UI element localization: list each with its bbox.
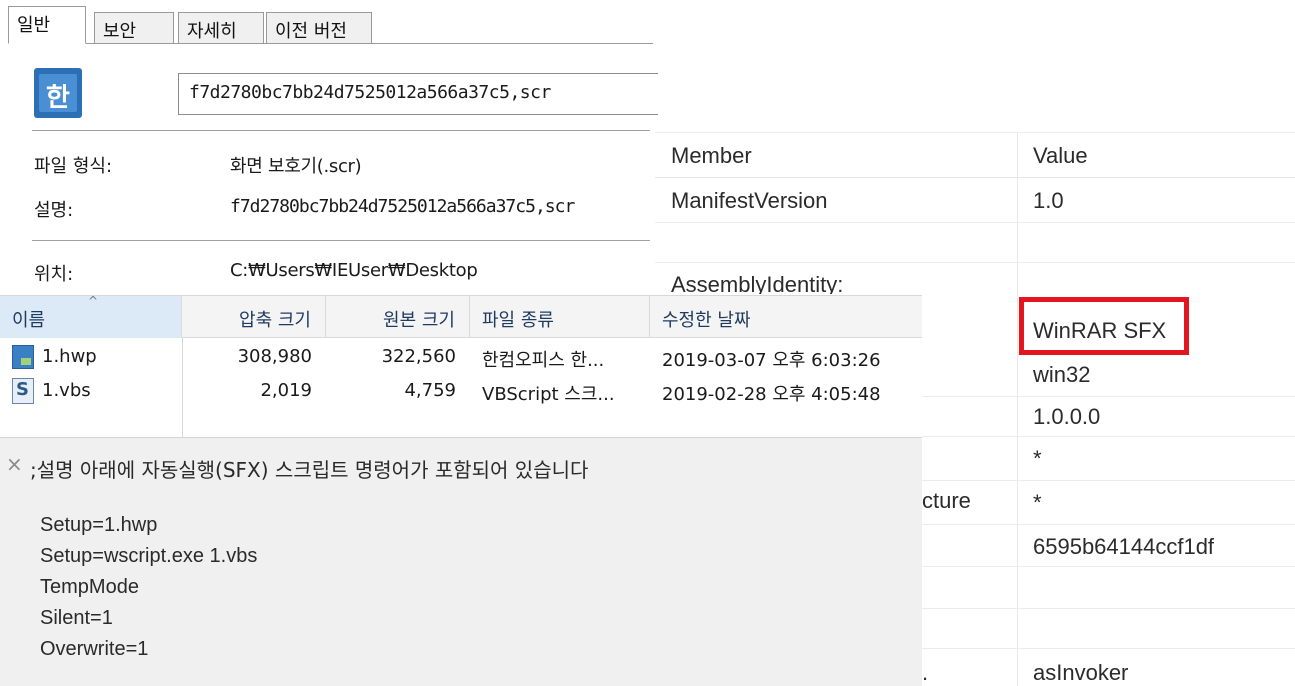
tab-general[interactable]: 일반: [8, 6, 86, 44]
value-architecture: *: [1033, 490, 1042, 515]
file-type: 한컴오피스 한...: [482, 350, 605, 371]
row-divider: [655, 222, 1295, 223]
script-line: Silent=1: [40, 607, 113, 629]
member-assembly-identity: AssemblyIdentity:: [671, 272, 844, 294]
divider: [32, 240, 650, 241]
tab-security[interactable]: 보안: [94, 12, 174, 43]
sort-ascending-icon: ^: [88, 294, 99, 308]
script-line: Overwrite=1: [40, 638, 149, 660]
value-column-header[interactable]: Value: [1033, 143, 1088, 169]
tab-details[interactable]: 자세히: [178, 12, 264, 43]
column-name[interactable]: 이름 ^: [0, 294, 182, 338]
value-type: win32: [1033, 362, 1091, 387]
table-row[interactable]: S 1.vbs 2,019 4,759 VBScript 스크... 2019-…: [0, 376, 922, 408]
value-execution-level: asInvoker: [1033, 660, 1129, 685]
original-size: 322,560: [381, 346, 456, 367]
value-version: 1.0.0.0: [1033, 404, 1101, 429]
column-size[interactable]: 원본 크기: [326, 296, 470, 338]
sfx-comment-panel: × ;설명 아래에 자동실행(SFX) 스크립트 명령어가 포함되어 있습니다 …: [0, 437, 922, 686]
divider: [32, 130, 650, 131]
script-line: TempMode: [40, 576, 139, 598]
description-value: f7d2780bc7bb24d7525012a566a37c5,scr: [230, 196, 575, 217]
file-name: 1.vbs: [42, 380, 91, 401]
file-name-field[interactable]: f7d2780bc7bb24d7525012a566a37c5,scr: [178, 73, 658, 115]
table-row[interactable]: 1.hwp 308,980 322,560 한컴오피스 한... 2019-03…: [0, 342, 922, 374]
description-label: 설명:: [34, 200, 74, 221]
vbs-file-icon: S: [12, 378, 34, 404]
original-size: 4,759: [404, 380, 456, 401]
column-type[interactable]: 파일 종류: [470, 296, 650, 338]
value-manifest-version: 1.0: [1033, 188, 1064, 213]
file-list-header: 이름 ^ 압축 크기 원본 크기 파일 종류 수정한 날짜: [0, 294, 922, 338]
packed-size: 2,019: [260, 380, 312, 401]
modified-date: 2019-02-28 오후 4:05:48: [662, 384, 881, 405]
manifest-header: Member Value: [655, 132, 1295, 178]
script-line: Setup=1.hwp: [40, 514, 158, 536]
column-modified[interactable]: 수정한 날짜: [650, 296, 922, 338]
file-name: 1.hwp: [42, 346, 97, 367]
hwp-file-icon: [12, 345, 34, 369]
file-type-value: 화면 보호기(.scr): [230, 156, 362, 177]
tab-previous-versions[interactable]: 이전 버전: [266, 12, 372, 43]
member-processor-architecture: cture: [922, 488, 971, 513]
value-public-key-token: 6595b64144ccf1df: [1033, 534, 1215, 559]
column-packed-size[interactable]: 압축 크기: [182, 296, 326, 338]
packed-size: 308,980: [237, 346, 312, 367]
member-manifest-version: ManifestVersion: [671, 188, 828, 213]
row-divider: [655, 262, 1295, 263]
modified-date: 2019-03-07 오후 6:03:26: [662, 350, 881, 371]
close-icon[interactable]: ×: [6, 452, 23, 476]
column-name-label: 이름: [12, 310, 46, 331]
archive-file-list: 이름 ^ 압축 크기 원본 크기 파일 종류 수정한 날짜 1.hwp 308,…: [0, 294, 922, 438]
file-type-label: 파일 형식:: [34, 156, 113, 177]
location-label: 위치:: [34, 264, 74, 285]
tab-strip-line: [8, 43, 653, 44]
comment-title: ;설명 아래에 자동실행(SFX) 스크립트 명령어가 포함되어 있습니다: [30, 458, 589, 482]
file-type: VBScript 스크...: [482, 384, 615, 405]
hwp-app-icon: 한: [34, 68, 82, 118]
properties-dialog: 일반 보안 자세히 이전 버전 한 f7d2780bc7bb24d7525012…: [0, 0, 658, 295]
script-line: Setup=wscript.exe 1.vbs: [40, 545, 258, 567]
column-divider: [1017, 132, 1018, 686]
value-language: *: [1033, 446, 1042, 471]
highlight-box: [1019, 297, 1189, 355]
member-column-header[interactable]: Member: [671, 143, 752, 169]
tab-strip: 일반 보안 자세히 이전 버전: [8, 6, 653, 44]
member-fragment: .: [922, 660, 929, 685]
location-value: C:₩Users₩IEUser₩Desktop: [230, 260, 478, 281]
